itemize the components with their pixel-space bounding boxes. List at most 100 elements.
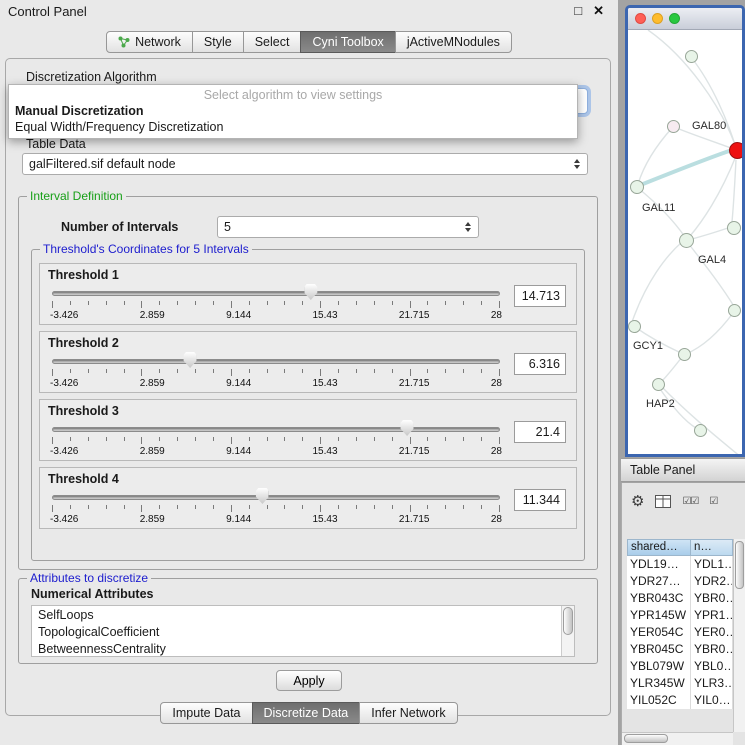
slider-thumb[interactable] xyxy=(304,284,317,300)
tab-jactivemnodules[interactable]: jActiveMNodules xyxy=(395,31,512,53)
dropdown-stepper-icon[interactable] xyxy=(569,159,584,169)
number-of-intervals-dropdown[interactable]: 5 xyxy=(217,216,479,238)
table-data-label: Table Data xyxy=(26,137,86,151)
list-scrollbar-thumb[interactable] xyxy=(563,607,573,635)
table-row[interactable]: YBL079WYBL0… xyxy=(627,658,733,675)
network-node[interactable] xyxy=(728,304,741,317)
bottom-tabs: Impute DataDiscretize DataInfer Network xyxy=(0,702,618,724)
threshold-slider[interactable]: -3.4262.8599.14415.4321.71528 xyxy=(50,418,502,460)
minimize-traffic-light-icon[interactable] xyxy=(652,13,663,24)
threshold-slider[interactable]: -3.4262.8599.14415.4321.71528 xyxy=(50,282,502,324)
column-header[interactable]: shared… xyxy=(627,539,691,556)
network-node[interactable] xyxy=(727,221,741,235)
network-node[interactable] xyxy=(678,348,691,361)
network-node[interactable] xyxy=(630,180,644,194)
dropdown-stepper-icon[interactable] xyxy=(460,222,475,232)
table-horizontal-scrollbar[interactable] xyxy=(622,732,733,745)
threshold-value-field[interactable]: 21.4 xyxy=(514,421,566,443)
threshold-value-field[interactable]: 11.344 xyxy=(514,489,566,511)
close-icon[interactable]: ✕ xyxy=(593,3,604,19)
select-all-checkboxes-icon[interactable]: ☑☑ xyxy=(682,496,698,507)
tick xyxy=(499,301,500,308)
slider-track[interactable] xyxy=(52,291,500,296)
scrollbar-thumb[interactable] xyxy=(624,734,668,743)
tab-style[interactable]: Style xyxy=(192,31,244,53)
tick xyxy=(481,505,482,509)
table-row[interactable]: YDL19…YDL1… xyxy=(627,556,733,573)
tick xyxy=(410,505,411,512)
scale-label: 15.43 xyxy=(313,446,338,457)
network-node[interactable] xyxy=(685,50,698,63)
threshold-slider[interactable]: -3.4262.8599.14415.4321.71528 xyxy=(50,350,502,392)
threshold-value-field[interactable]: 14.713 xyxy=(514,285,566,307)
gear-icon[interactable]: ⚙ xyxy=(631,494,644,509)
tab-discretize-data[interactable]: Discretize Data xyxy=(252,702,361,724)
zoom-traffic-light-icon[interactable] xyxy=(669,13,680,24)
tick xyxy=(52,369,53,376)
table-vertical-scrollbar[interactable] xyxy=(733,539,745,732)
network-node[interactable] xyxy=(652,378,665,391)
table-row[interactable]: YER054CYER0… xyxy=(627,624,733,641)
table-columns-icon[interactable] xyxy=(655,495,671,508)
table-row[interactable]: YBR043CYBR0… xyxy=(627,590,733,607)
table-row[interactable]: YPR145WYPR1… xyxy=(627,607,733,624)
slider-track[interactable] xyxy=(52,427,500,432)
table-cell: YIL052C xyxy=(627,692,691,709)
threshold-value-field[interactable]: 6.316 xyxy=(514,353,566,375)
network-node[interactable] xyxy=(679,233,694,248)
network-canvas[interactable]: GAL80GAL11GAL4GCY1HAP2 xyxy=(628,30,742,454)
network-node[interactable] xyxy=(628,320,641,333)
column-header[interactable]: n… xyxy=(690,539,733,556)
scale-label: 9.144 xyxy=(226,378,251,389)
table-row[interactable]: YLR345WYLR3… xyxy=(627,675,733,692)
tab-infer-network[interactable]: Infer Network xyxy=(359,702,457,724)
network-node[interactable] xyxy=(667,120,680,133)
popup-option[interactable]: Equal Width/Frequency Discretization xyxy=(9,119,577,135)
table-row[interactable]: YDR27…YDR2… xyxy=(627,573,733,590)
tick xyxy=(88,505,89,509)
table-cell: YER0… xyxy=(691,624,733,641)
tab-cyni-toolbox[interactable]: Cyni Toolbox xyxy=(300,31,395,53)
scale-label: 2.859 xyxy=(140,446,165,457)
attributes-list[interactable]: SelfLoopsTopologicalCoefficientBetweenne… xyxy=(31,605,575,657)
threshold-slider[interactable]: -3.4262.8599.14415.4321.71528 xyxy=(50,486,502,528)
window-controls: □ ✕ xyxy=(574,3,604,19)
table-cell: YBL079W xyxy=(627,658,691,675)
attribute-list-item[interactable]: TopologicalCoefficient xyxy=(38,624,574,641)
popup-option[interactable]: Manual Discretization xyxy=(9,103,577,119)
network-node[interactable] xyxy=(729,142,745,159)
tick xyxy=(141,437,142,444)
tick xyxy=(159,301,160,305)
tab-network[interactable]: Network xyxy=(106,31,193,53)
tab-select[interactable]: Select xyxy=(243,31,302,53)
table-cell: YBR0… xyxy=(691,641,733,658)
slider-thumb[interactable] xyxy=(184,352,197,368)
tab-impute-data[interactable]: Impute Data xyxy=(160,702,252,724)
table-row[interactable]: YIL052CYIL0… xyxy=(627,692,733,709)
checkbox-icon[interactable]: ☑ xyxy=(709,496,717,507)
slider-thumb[interactable] xyxy=(401,420,414,436)
tick xyxy=(302,505,303,509)
attribute-list-item[interactable]: BetweennessCentrality xyxy=(38,641,574,657)
slider-thumb[interactable] xyxy=(256,488,269,504)
table-cell: YBR045C xyxy=(627,641,691,658)
float-window-icon[interactable]: □ xyxy=(574,3,582,19)
tick xyxy=(106,437,107,441)
scale-label: 21.715 xyxy=(399,378,430,389)
scrollbar-thumb[interactable] xyxy=(735,541,744,589)
list-scrollbar[interactable] xyxy=(561,606,574,656)
slider-track[interactable] xyxy=(52,495,500,500)
algorithm-popup: Select algorithm to view settings Manual… xyxy=(8,84,578,139)
slider-track[interactable] xyxy=(52,359,500,364)
attribute-list-item[interactable]: SelfLoops xyxy=(38,607,574,624)
close-traffic-light-icon[interactable] xyxy=(635,13,646,24)
tick xyxy=(284,505,285,509)
network-node[interactable] xyxy=(694,424,707,437)
table-row[interactable]: YBR045CYBR0… xyxy=(627,641,733,658)
table-data-dropdown[interactable]: galFiltered.sif default node xyxy=(22,153,588,175)
tab-label: Cyni Toolbox xyxy=(312,35,383,49)
apply-button[interactable]: Apply xyxy=(276,670,342,691)
tick xyxy=(249,369,250,373)
tick xyxy=(320,301,321,308)
tick xyxy=(356,301,357,305)
